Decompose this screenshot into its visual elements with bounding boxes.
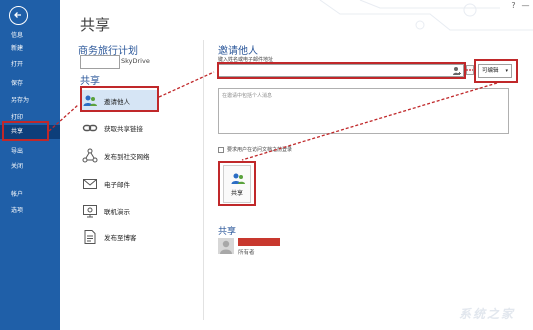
watermark-text: 系统之家 bbox=[458, 307, 515, 321]
arrow-invite-to-email bbox=[158, 71, 215, 98]
arrow-share-to-invite bbox=[48, 104, 79, 132]
annotation-arrows bbox=[48, 69, 498, 161]
arrow-permission-to-share bbox=[241, 82, 498, 161]
